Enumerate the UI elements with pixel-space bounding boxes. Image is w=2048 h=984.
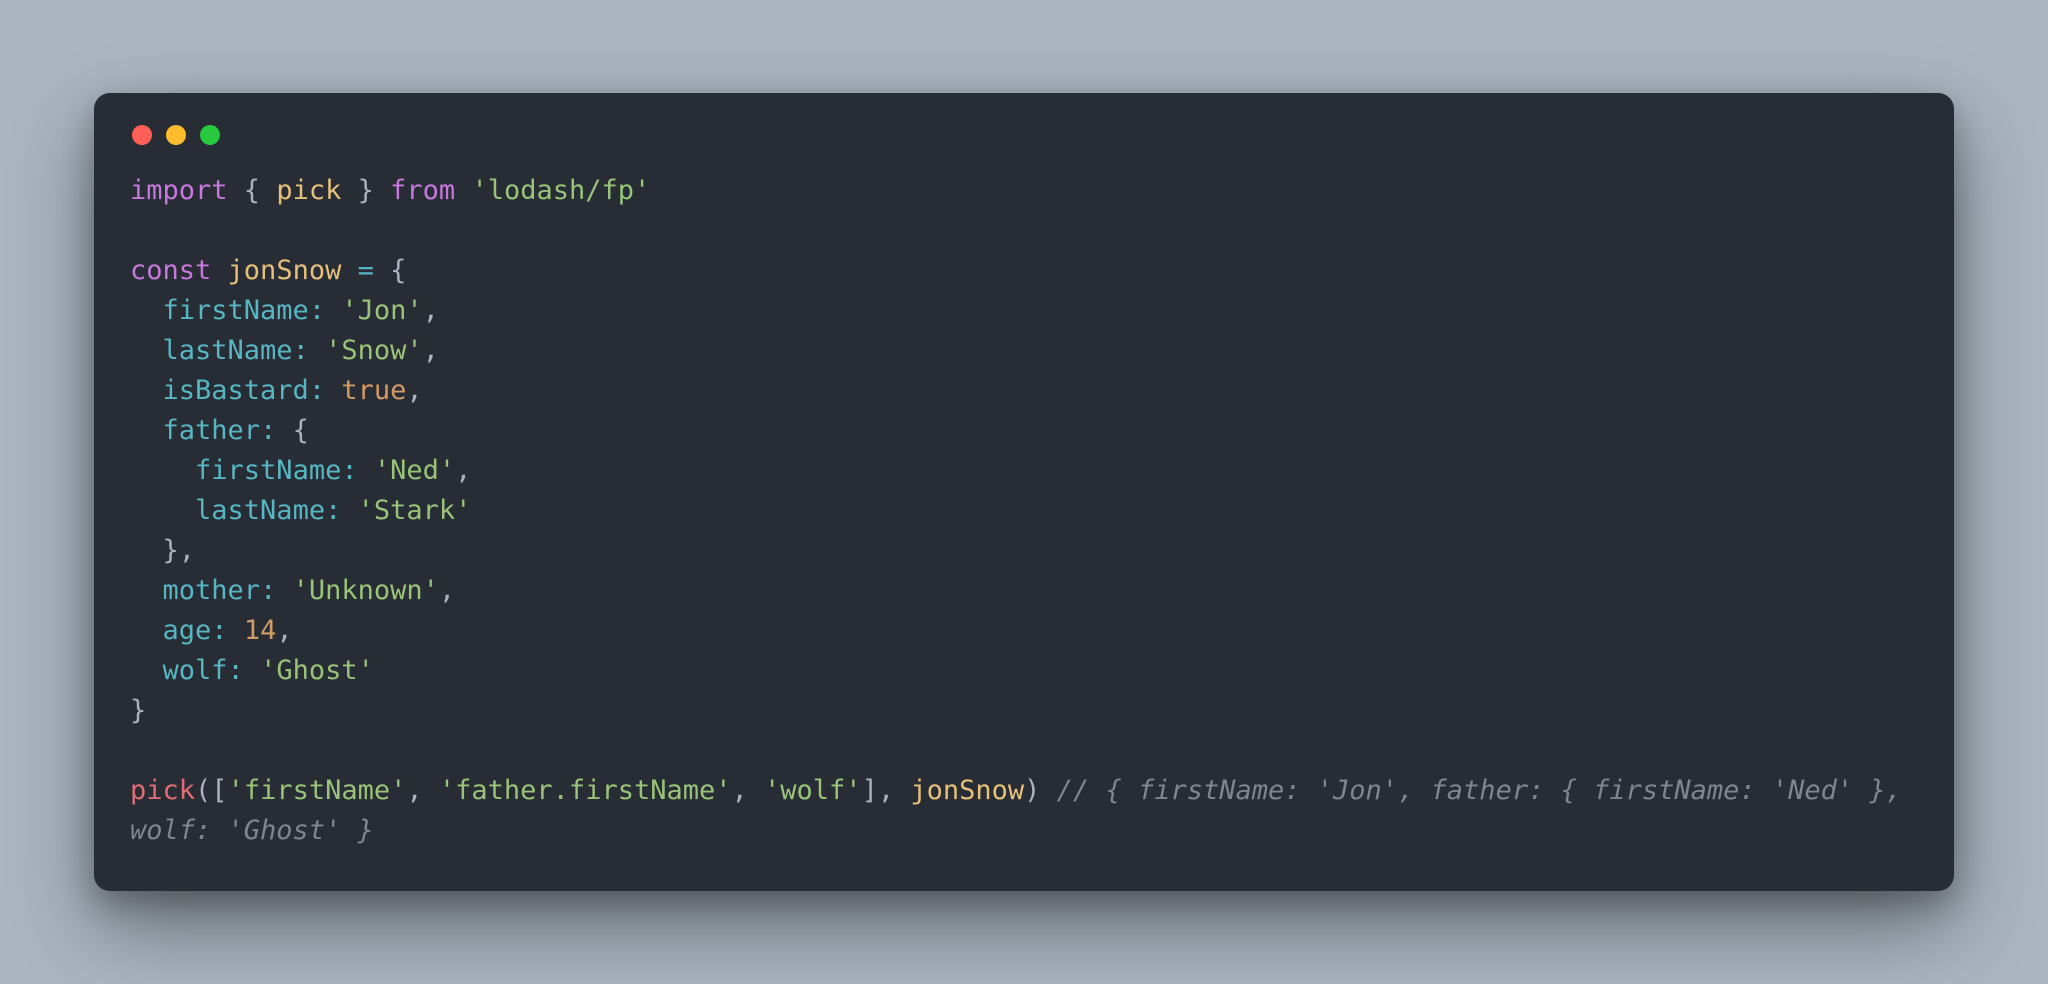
brace: } <box>163 535 179 566</box>
comma: , <box>439 575 455 606</box>
window-titlebar <box>130 121 1918 171</box>
string: 'Snow' <box>325 335 423 366</box>
indent <box>130 535 163 566</box>
space <box>211 255 227 286</box>
colon: : <box>228 655 261 686</box>
number: 14 <box>244 615 277 646</box>
comma: , <box>423 335 439 366</box>
colon: : <box>293 335 326 366</box>
prop-father: father <box>163 415 261 446</box>
comma: , <box>406 775 439 806</box>
prop-isbastard: isBastard <box>163 375 309 406</box>
op-eq: = <box>358 255 374 286</box>
punct: } <box>341 175 390 206</box>
string: 'Stark' <box>358 495 472 526</box>
comma: , <box>179 535 195 566</box>
indent <box>130 575 163 606</box>
brace: { <box>390 255 406 286</box>
stage: import { pick } from 'lodash/fp' const j… <box>0 0 2048 984</box>
indent <box>130 335 163 366</box>
comma: , <box>423 295 439 326</box>
colon: : <box>309 295 342 326</box>
string: 'wolf' <box>764 775 862 806</box>
indent <box>130 615 163 646</box>
indent <box>130 455 195 486</box>
keyword-const: const <box>130 255 211 286</box>
close-icon[interactable] <box>132 125 152 145</box>
indent <box>130 655 163 686</box>
colon: : <box>211 615 244 646</box>
keyword-from: from <box>390 175 455 206</box>
paren: ( <box>195 775 211 806</box>
comma: , <box>406 375 422 406</box>
colon: : <box>260 575 293 606</box>
prop-firstname: firstName <box>163 295 309 326</box>
prop-firstname: firstName <box>195 455 341 486</box>
prop-wolf: wolf <box>163 655 228 686</box>
space <box>374 255 390 286</box>
string: 'firstName' <box>228 775 407 806</box>
bracket: [ <box>211 775 227 806</box>
call-pick: pick <box>130 775 195 806</box>
indent <box>130 375 163 406</box>
colon: : <box>309 375 342 406</box>
string: 'father.firstName' <box>439 775 732 806</box>
indent <box>130 295 163 326</box>
minimize-icon[interactable] <box>166 125 186 145</box>
ident-jonsnow: jonSnow <box>228 255 342 286</box>
space <box>1040 775 1056 806</box>
code-block: import { pick } from 'lodash/fp' const j… <box>130 171 1918 850</box>
colon: : <box>341 455 374 486</box>
indent <box>130 415 163 446</box>
colon: : <box>260 415 293 446</box>
comma: , <box>732 775 765 806</box>
brace: } <box>130 695 146 726</box>
prop-lastname: lastName <box>163 335 293 366</box>
zoom-icon[interactable] <box>200 125 220 145</box>
comma: , <box>455 455 471 486</box>
indent <box>130 495 195 526</box>
prop-mother: mother <box>163 575 261 606</box>
space <box>455 175 471 206</box>
string: 'Ghost' <box>260 655 374 686</box>
brace: { <box>293 415 309 446</box>
ident-pick: pick <box>276 175 341 206</box>
space <box>341 255 357 286</box>
comma: , <box>878 775 911 806</box>
prop-lastname: lastName <box>195 495 325 526</box>
ident-jonsnow: jonSnow <box>910 775 1024 806</box>
string-module: 'lodash/fp' <box>471 175 650 206</box>
code-window: import { pick } from 'lodash/fp' const j… <box>94 93 1954 890</box>
string: 'Ned' <box>374 455 455 486</box>
bool-true: true <box>341 375 406 406</box>
prop-age: age <box>163 615 212 646</box>
string: 'Unknown' <box>293 575 439 606</box>
paren: ) <box>1024 775 1040 806</box>
keyword-import: import <box>130 175 228 206</box>
punct: { <box>228 175 277 206</box>
comma: , <box>276 615 292 646</box>
colon: : <box>325 495 358 526</box>
string: 'Jon' <box>341 295 422 326</box>
bracket: ] <box>862 775 878 806</box>
